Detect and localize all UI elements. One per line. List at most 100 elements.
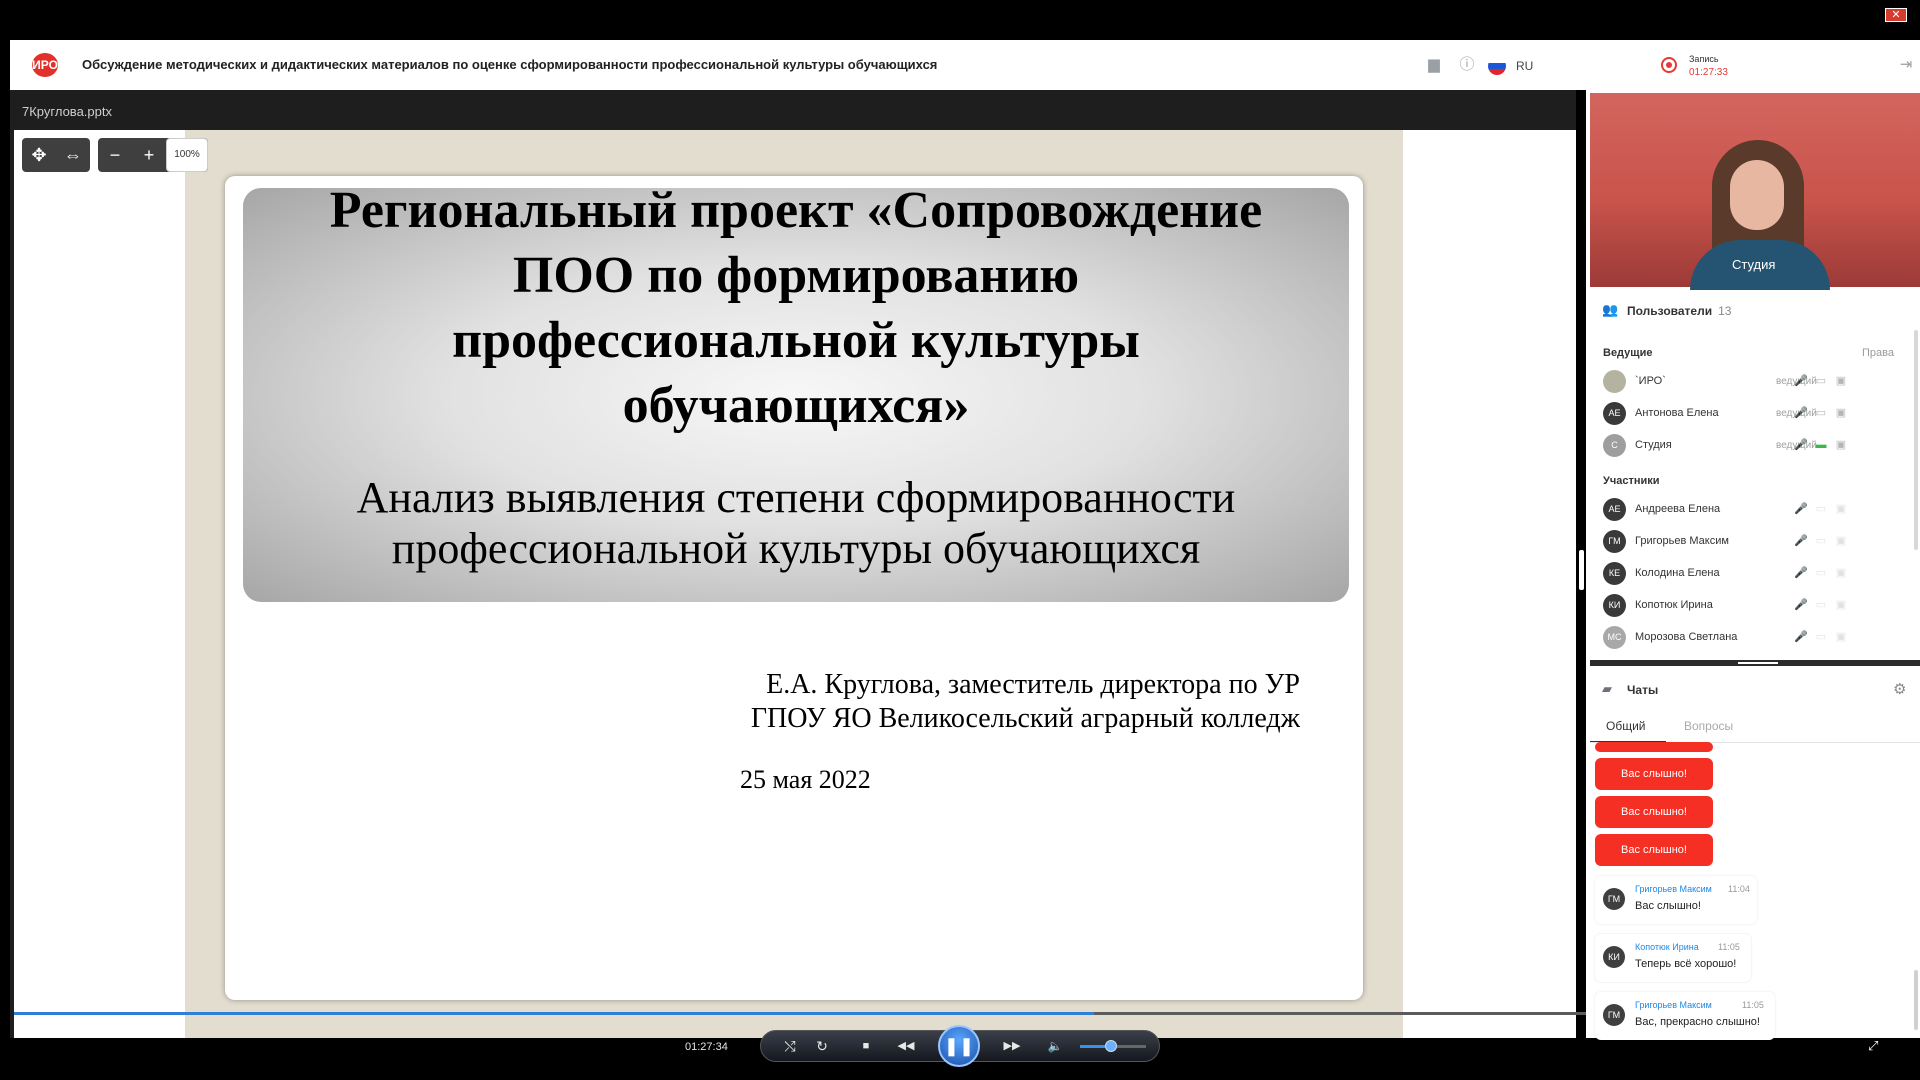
- screen-icon[interactable]: ▣: [1834, 566, 1848, 580]
- users-icon: 👥: [1602, 302, 1619, 317]
- slide-subtitle-line: профессиональной культуры обучающихся: [391, 524, 1201, 573]
- cam-on-icon[interactable]: ▬: [1814, 438, 1828, 452]
- russia-flag-icon[interactable]: [1488, 57, 1506, 75]
- zoom-out-button[interactable]: −: [98, 138, 132, 172]
- users-scrollbar[interactable]: [1914, 330, 1918, 550]
- screen-icon[interactable]: ▣: [1834, 534, 1848, 548]
- chat-message-time: 11:05: [1742, 1000, 1764, 1010]
- host-row[interactable]: АЕ Антонова Елена ведущий 🎤 ▭ ▣: [1603, 402, 1903, 426]
- cam-off-icon[interactable]: ▭: [1814, 630, 1828, 644]
- chat-scrollbar[interactable]: [1914, 970, 1918, 1030]
- speaker-video-face: [1730, 160, 1784, 230]
- slide-author: Е.А. Круглова, заместитель директора по …: [660, 668, 1300, 736]
- screen-icon[interactable]: ▣: [1834, 502, 1848, 516]
- fit-width-icon[interactable]: ⇔: [56, 138, 90, 172]
- mic-off-icon[interactable]: 🎤: [1794, 374, 1808, 388]
- mic-off-icon[interactable]: 🎤: [1794, 502, 1808, 516]
- avatar: МС: [1603, 626, 1626, 649]
- host-row[interactable]: `ИРО` ведущий 🎤 ▭ ▣: [1603, 370, 1903, 394]
- stop-button[interactable]: ■: [856, 1034, 876, 1058]
- mic-on-icon[interactable]: 🎤: [1794, 438, 1808, 452]
- mic-off-icon[interactable]: 🎤: [1794, 534, 1808, 548]
- mic-off-icon[interactable]: 🎤: [1794, 598, 1808, 612]
- fullscreen-icon[interactable]: ⤢: [1868, 1038, 1884, 1054]
- rewind-button[interactable]: ◀◀: [886, 1034, 926, 1058]
- chat-message-own: Вас слышно!: [1595, 834, 1713, 866]
- gear-icon[interactable]: ⚙: [1893, 680, 1911, 698]
- record-icon[interactable]: [1661, 57, 1677, 73]
- chats-panel-header[interactable]: Чаты: [1627, 683, 1658, 697]
- host-row[interactable]: С Студия ведущий 🎤 ▬ ▣: [1603, 434, 1903, 458]
- rights-label: Права: [1862, 347, 1894, 359]
- chat-message-own: Вас слышно!: [1595, 796, 1713, 828]
- participant-row[interactable]: КЕ Колодина Елена 🎤 ▭ ▣: [1603, 562, 1903, 586]
- mic-off-icon[interactable]: 🎤: [1794, 406, 1808, 420]
- screen-icon[interactable]: ▣: [1834, 406, 1848, 420]
- hosts-section-label: Ведущие: [1603, 347, 1653, 359]
- repeat-icon[interactable]: ↻: [812, 1034, 832, 1058]
- mic-off-icon[interactable]: 🎤: [1794, 566, 1808, 580]
- chat-message-own: [1595, 742, 1713, 752]
- cam-off-icon[interactable]: ▭: [1814, 374, 1828, 388]
- avatar: [1603, 370, 1626, 393]
- slide-title-line: профессиональной культуры: [452, 312, 1140, 369]
- users-panel-header[interactable]: Пользователи 13: [1627, 304, 1731, 318]
- forward-button[interactable]: ▶▶: [992, 1034, 1032, 1058]
- participant-row[interactable]: КИ Копотюк Ирина 🎤 ▭ ▣: [1603, 594, 1903, 618]
- tab-general[interactable]: Общий: [1606, 719, 1646, 733]
- participant-row[interactable]: ГМ Григорьев Максим 🎤 ▭ ▣: [1603, 530, 1903, 554]
- os-close-icon[interactable]: ✕: [1885, 8, 1907, 22]
- user-name: Студия: [1635, 439, 1672, 451]
- slide-subtitle: Анализ выявления степени сформированност…: [243, 472, 1349, 574]
- chat-message-author[interactable]: Григорьев Максим: [1635, 884, 1712, 894]
- participant-row[interactable]: МС Морозова Светлана 🎤 ▭ ▣: [1603, 626, 1903, 650]
- slide-subtitle-line: Анализ выявления степени сформированност…: [356, 473, 1236, 522]
- app-window: ✕ ИРО Обсуждение методических и дидактич…: [0, 0, 1920, 1080]
- cam-off-icon[interactable]: ▭: [1814, 566, 1828, 580]
- volume-icon[interactable]: 🔈: [1045, 1034, 1065, 1058]
- screen-icon[interactable]: ▣: [1834, 598, 1848, 612]
- iro-logo: ИРО: [32, 53, 58, 77]
- chat-message-author[interactable]: Григорьев Максим: [1635, 1000, 1712, 1010]
- panel-divider-grip[interactable]: [1738, 662, 1778, 664]
- cam-off-icon[interactable]: ▭: [1814, 534, 1828, 548]
- header-bar: ИРО Обсуждение методических и дидактичес…: [10, 40, 1920, 90]
- avatar: КИ: [1603, 594, 1626, 617]
- avatar: ГМ: [1603, 530, 1626, 553]
- slide-author-line: Е.А. Круглова, заместитель директора по …: [766, 669, 1300, 700]
- cam-off-icon[interactable]: ▭: [1814, 598, 1828, 612]
- tab-questions[interactable]: Вопросы: [1684, 719, 1733, 733]
- zoom-level[interactable]: 100%: [166, 138, 208, 172]
- screen-icon[interactable]: ▣: [1834, 630, 1848, 644]
- slide-author-line: ГПОУ ЯО Великосельский аграрный колледж: [750, 703, 1300, 734]
- screen-icon[interactable]: ▣: [1834, 374, 1848, 388]
- pause-button[interactable]: ❚❚: [938, 1025, 980, 1067]
- cam-off-icon[interactable]: ▭: [1814, 406, 1828, 420]
- cam-off-icon[interactable]: ▭: [1814, 502, 1828, 516]
- avatar: С: [1603, 434, 1626, 457]
- chat-message-author[interactable]: Копотюк Ирина: [1635, 942, 1699, 952]
- slide-title: Региональный проект «Сопровождение ПОО п…: [243, 178, 1349, 438]
- exit-icon[interactable]: ⇥: [1896, 55, 1916, 75]
- user-name: Андреева Елена: [1635, 503, 1721, 515]
- zoom-in-button[interactable]: +: [132, 138, 166, 172]
- panel-resize-handle[interactable]: [1579, 550, 1584, 590]
- record-label: Запись: [1689, 54, 1719, 64]
- participant-row[interactable]: АЕ Андреева Елена 🎤 ▭ ▣: [1603, 498, 1903, 522]
- language-selector[interactable]: RU: [1516, 59, 1533, 73]
- folder-icon[interactable]: ▆: [1424, 55, 1444, 75]
- chat-message-time: 11:05: [1718, 942, 1740, 952]
- info-icon[interactable]: ⓘ: [1457, 55, 1477, 75]
- playback-time: 01:27:34: [685, 1041, 728, 1053]
- move-icon[interactable]: ✥: [22, 138, 56, 172]
- avatar: АЕ: [1603, 498, 1626, 521]
- playback-progress-fill: [14, 1012, 1094, 1015]
- mic-off-icon[interactable]: 🎤: [1794, 630, 1808, 644]
- avatar: ГМ: [1603, 888, 1625, 910]
- avatar: ГМ: [1603, 1004, 1625, 1026]
- shuffle-icon[interactable]: ⤭: [780, 1034, 800, 1058]
- screen-icon[interactable]: ▣: [1834, 438, 1848, 452]
- user-name: Копотюк Ирина: [1635, 599, 1713, 611]
- volume-slider-handle[interactable]: [1105, 1040, 1117, 1052]
- slide-title-line: обучающихся»: [622, 377, 970, 434]
